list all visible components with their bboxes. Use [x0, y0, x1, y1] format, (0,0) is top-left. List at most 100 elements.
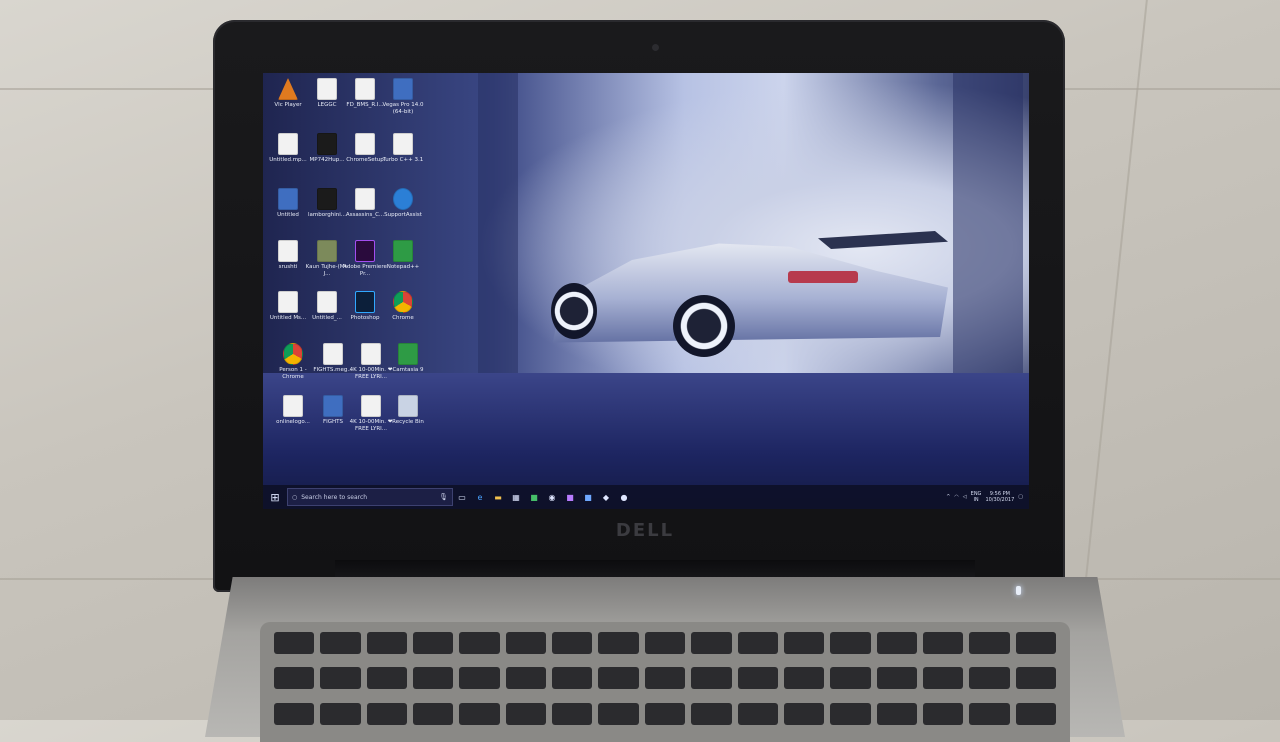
desktop-icon[interactable]: Person 1 - Chrome: [271, 343, 315, 380]
key[interactable]: [413, 702, 454, 725]
setup-icon: [355, 133, 375, 155]
key[interactable]: [366, 667, 408, 690]
key[interactable]: [922, 702, 964, 725]
video-file-icon: [317, 240, 337, 262]
desktop-icon[interactable]: Vegas Pro 14.0 (64-bit): [381, 78, 425, 115]
language-indicator[interactable]: ENG IN: [971, 491, 982, 503]
file-icon: [361, 343, 381, 365]
key[interactable]: [598, 667, 639, 690]
key[interactable]: [413, 667, 454, 690]
power-button[interactable]: [1016, 586, 1021, 595]
key[interactable]: [644, 632, 686, 654]
action-center-icon[interactable]: ▢: [1018, 494, 1023, 500]
key[interactable]: [737, 702, 778, 725]
file-icon: [278, 133, 298, 155]
wallpaper-pillar: [478, 73, 518, 393]
show-hidden-icons-icon[interactable]: ^: [946, 494, 950, 500]
desktop-icon[interactable]: onlinelogo...: [271, 395, 315, 426]
car-taillight: [788, 271, 858, 283]
key[interactable]: [505, 702, 547, 725]
key[interactable]: [552, 667, 593, 690]
desktop-icon[interactable]: Chrome: [381, 291, 425, 322]
app-taskbar-icon[interactable]: ●: [615, 485, 633, 509]
key[interactable]: [783, 702, 825, 725]
car-wheel: [673, 295, 735, 357]
key[interactable]: [830, 632, 871, 654]
key[interactable]: [274, 632, 315, 654]
store-icon[interactable]: ▦: [507, 485, 525, 509]
key[interactable]: [691, 667, 732, 690]
key[interactable]: [598, 702, 639, 725]
key[interactable]: [274, 667, 315, 690]
file-icon: [278, 240, 298, 262]
task-view-icon[interactable]: ▭: [453, 485, 471, 509]
app-taskbar-icon[interactable]: ◆: [597, 485, 615, 509]
desktop-icon[interactable]: Untitled.mp...: [266, 133, 310, 164]
desktop-icon[interactable]: Turbo C++ 3.1: [381, 133, 425, 164]
key[interactable]: [459, 667, 500, 690]
webcam: [652, 44, 659, 51]
camtasia-taskbar-icon[interactable]: ■: [525, 485, 543, 509]
image-file-icon: [355, 78, 375, 100]
key[interactable]: [552, 702, 593, 725]
desktop-icon[interactable]: Vlc Player: [266, 78, 310, 109]
file-icon: [317, 78, 337, 100]
key[interactable]: [830, 702, 871, 725]
key[interactable]: [969, 667, 1010, 690]
key[interactable]: [691, 632, 732, 654]
key[interactable]: [644, 702, 686, 725]
key[interactable]: [1015, 702, 1056, 725]
key[interactable]: [459, 702, 500, 725]
key[interactable]: [320, 632, 361, 654]
key[interactable]: [969, 702, 1010, 725]
key[interactable]: [876, 702, 917, 725]
windows-start-icon[interactable]: ⊞: [263, 485, 287, 509]
key[interactable]: [320, 667, 361, 690]
premiere-taskbar-icon[interactable]: ■: [561, 485, 579, 509]
key[interactable]: [1015, 632, 1056, 654]
desktop-icon[interactable]: Untitled: [266, 188, 310, 219]
search-placeholder: Search here to search: [301, 493, 368, 501]
desktop-icon[interactable]: SupportAssist: [381, 188, 425, 219]
key[interactable]: [320, 702, 361, 725]
desktop-icon[interactable]: Notepad++: [381, 240, 425, 271]
key[interactable]: [1015, 667, 1056, 690]
key[interactable]: [876, 667, 917, 690]
volume-icon[interactable]: ◁: [963, 494, 967, 500]
key[interactable]: [505, 667, 547, 690]
network-icon[interactable]: ◠: [954, 494, 958, 500]
key[interactable]: [598, 632, 639, 654]
microphone-icon[interactable]: 🎙: [439, 493, 448, 501]
key[interactable]: [830, 667, 871, 690]
key[interactable]: [922, 667, 964, 690]
desktop-icon[interactable]: Recycle Bin: [386, 395, 430, 426]
keyboard: [260, 622, 1070, 742]
chrome-taskbar-icon[interactable]: ◉: [543, 485, 561, 509]
key[interactable]: [922, 632, 964, 654]
key[interactable]: [459, 632, 500, 654]
key[interactable]: [505, 632, 547, 654]
key[interactable]: [783, 667, 825, 690]
key[interactable]: [691, 702, 732, 725]
key[interactable]: [783, 632, 825, 654]
key[interactable]: [737, 667, 778, 690]
key[interactable]: [644, 667, 686, 690]
key[interactable]: [969, 632, 1010, 654]
edge-browser-icon[interactable]: e: [471, 485, 489, 509]
key[interactable]: [552, 632, 593, 654]
key[interactable]: [366, 632, 408, 654]
vegas-icon: [393, 78, 413, 100]
key[interactable]: [366, 702, 408, 725]
clock[interactable]: 9:56 PM 10/30/2017: [985, 491, 1014, 503]
desktop-icon[interactable]: Untitled Ms...: [266, 291, 310, 322]
image-file-icon: [317, 188, 337, 210]
key[interactable]: [737, 632, 778, 654]
key[interactable]: [413, 632, 454, 654]
desktop-icon[interactable]: Camtasia 9: [386, 343, 430, 374]
desktop-icon[interactable]: srushti: [266, 240, 310, 271]
key[interactable]: [274, 702, 315, 725]
file-explorer-icon[interactable]: ▬: [489, 485, 507, 509]
key[interactable]: [876, 632, 917, 654]
vegas-taskbar-icon[interactable]: ■: [579, 485, 597, 509]
search-box[interactable]: ○ Search here to search 🎙: [287, 488, 453, 506]
